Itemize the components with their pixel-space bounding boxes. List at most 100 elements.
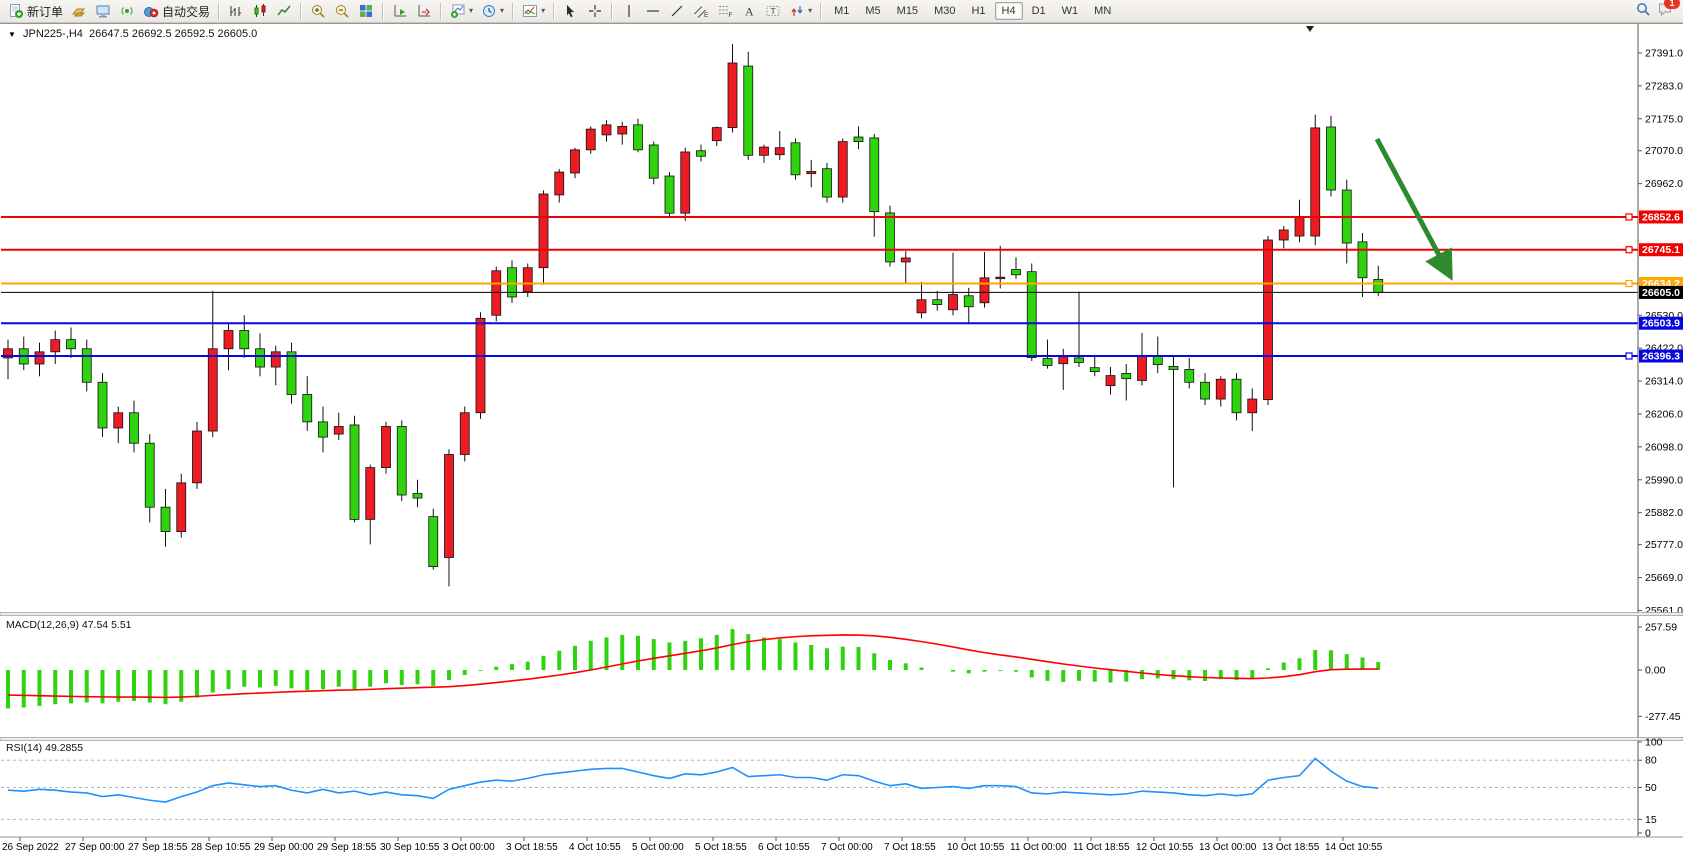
- price-tick-label: 26962.0: [1645, 178, 1683, 190]
- macd-indicator-label: MACD(12,26,9) 47.54 5.51: [6, 619, 132, 631]
- text-label-button[interactable]: T: [761, 0, 785, 22]
- text-button[interactable]: A: [737, 0, 761, 22]
- candle-body: [224, 330, 233, 348]
- chart-canvas[interactable]: 27391.027283.027175.027070.026962.026530…: [0, 0, 1683, 854]
- vertical-line-button[interactable]: [617, 0, 641, 22]
- cursor-button[interactable]: [559, 0, 583, 22]
- chart-window-button[interactable]: [67, 0, 91, 22]
- timeframe-h1-button[interactable]: H1: [964, 2, 992, 20]
- time-tick-label: 3 Oct 00:00: [443, 842, 495, 853]
- time-tick-label: 28 Sep 10:55: [191, 842, 251, 853]
- candle-body: [256, 349, 265, 367]
- chart-title: ▼ JPN225-,H4 26647.5 26692.5 26592.5 266…: [8, 28, 257, 40]
- toolbar-separator: [512, 3, 514, 20]
- chart-shift-button[interactable]: [412, 0, 436, 22]
- macd-tick-label: 257.59: [1645, 622, 1677, 634]
- price-tag-26396.3: 26396.3: [1639, 349, 1683, 362]
- candle-body: [1201, 382, 1210, 399]
- auto-trading-button[interactable]: 自动交易: [139, 0, 214, 22]
- zoom-out-button[interactable]: [330, 0, 354, 22]
- equidistant-channel-button[interactable]: E: [689, 0, 713, 22]
- separator-rsi[interactable]: [0, 738, 1683, 741]
- chevron-down-icon[interactable]: ▾: [541, 7, 545, 15]
- arrows-button[interactable]: ▾: [785, 0, 816, 22]
- candle-body: [1311, 128, 1320, 236]
- crosshair-button[interactable]: [583, 0, 607, 22]
- equidistant-channel-icon: E: [693, 3, 709, 19]
- candle-body: [712, 128, 721, 141]
- timeframe-m5-button[interactable]: M5: [858, 2, 887, 20]
- market-watch-button[interactable]: [91, 0, 115, 22]
- hline-handle[interactable]: [1626, 214, 1632, 220]
- line-chart-button[interactable]: [272, 0, 296, 22]
- candle-body: [1027, 272, 1036, 358]
- time-tick-label: 7 Oct 00:00: [821, 842, 873, 853]
- time-tick-label: 5 Oct 18:55: [695, 842, 747, 853]
- signals-button[interactable]: [115, 0, 139, 22]
- timeframe-mn-button[interactable]: MN: [1087, 2, 1118, 20]
- candle-body: [602, 125, 611, 135]
- candle-body: [571, 150, 580, 173]
- chevron-down-icon[interactable]: ▾: [469, 7, 473, 15]
- candle-body: [555, 172, 564, 195]
- notifications-button[interactable]: 1: [1657, 1, 1673, 22]
- horizontal-line-button[interactable]: [641, 0, 665, 22]
- auto-scroll-button[interactable]: [388, 0, 412, 22]
- profiles-button[interactable]: ▾: [477, 0, 508, 22]
- hline-handle[interactable]: [1626, 247, 1632, 253]
- price-tag-26852.6: 26852.6: [1639, 210, 1683, 223]
- indicators-list-button[interactable]: ▾: [518, 0, 549, 22]
- macd-name: MACD(12,26,9): [6, 619, 79, 631]
- macd-signal-value: 5.51: [111, 619, 131, 631]
- new-chart-button[interactable]: ▾: [446, 0, 477, 22]
- chevron-down-icon[interactable]: ▾: [500, 7, 504, 15]
- fibonacci-retracement-button[interactable]: F: [713, 0, 737, 22]
- rsi-tick-label: 80: [1645, 755, 1657, 767]
- time-tick-label: 3 Oct 18:55: [506, 842, 558, 853]
- hline-handle[interactable]: [1626, 281, 1632, 287]
- candle-body: [98, 382, 107, 428]
- new-chart-icon: [450, 3, 466, 19]
- candle-body: [114, 413, 123, 428]
- new-order-button[interactable]: 新订单: [4, 0, 67, 22]
- timeframe-w1-button[interactable]: W1: [1055, 2, 1086, 20]
- candle-body: [933, 300, 942, 305]
- candle-body: [634, 125, 643, 150]
- candle-body: [1059, 357, 1068, 364]
- time-tick-label: 13 Oct 00:00: [1199, 842, 1257, 853]
- bar-chart-button[interactable]: [224, 0, 248, 22]
- zoom-in-button[interactable]: [306, 0, 330, 22]
- candle-body: [1075, 358, 1084, 363]
- text-icon: A: [741, 3, 757, 19]
- time-tick-label: 4 Oct 10:55: [569, 842, 621, 853]
- chevron-down-icon[interactable]: ▾: [808, 7, 812, 15]
- candle-body: [1216, 379, 1225, 399]
- price-tag-26745.1: 26745.1: [1639, 243, 1683, 256]
- timeframe-m1-button[interactable]: M1: [827, 2, 856, 20]
- time-tick-label: 29 Sep 00:00: [254, 842, 314, 853]
- candle-body: [1090, 368, 1099, 372]
- candle-body: [366, 468, 375, 520]
- trend-line-button[interactable]: [665, 0, 689, 22]
- candle-body: [870, 138, 879, 212]
- rsi-tick-label: 15: [1645, 814, 1657, 826]
- timeframe-m30-button[interactable]: M30: [927, 2, 962, 20]
- timeframe-h4-button[interactable]: H4: [995, 2, 1023, 20]
- price-tick-label: 25777.0: [1645, 539, 1683, 551]
- separator-macd[interactable]: [0, 613, 1683, 616]
- new-order-label: 新订单: [27, 3, 63, 20]
- timeframe-d1-button[interactable]: D1: [1025, 2, 1053, 20]
- zoom-in-icon: [310, 3, 326, 19]
- hline-handle[interactable]: [1626, 353, 1632, 359]
- price-tick-label: 26206.0: [1645, 408, 1683, 420]
- chart-title-dropdown-icon[interactable]: ▼: [8, 30, 16, 39]
- candle-body: [319, 422, 328, 437]
- timeframe-m15-button[interactable]: M15: [890, 2, 925, 20]
- search-icon[interactable]: [1635, 1, 1651, 22]
- toolbar-separator: [382, 3, 384, 20]
- candlestick-chart-button[interactable]: [248, 0, 272, 22]
- price-tag-text: 26605.0: [1642, 287, 1680, 299]
- tile-windows-button[interactable]: [354, 0, 378, 22]
- toolbar-separator: [440, 3, 442, 20]
- notification-badge: 1: [1664, 0, 1680, 9]
